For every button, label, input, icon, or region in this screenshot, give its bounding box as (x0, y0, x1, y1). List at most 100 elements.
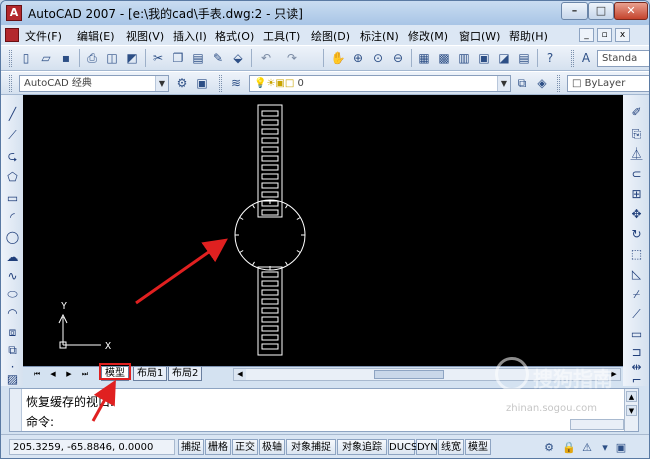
copy-icon[interactable]: ⎘ (628, 125, 645, 142)
lineweight-toggle[interactable]: 线宽 (438, 439, 464, 455)
help-icon[interactable]: ? (541, 49, 559, 67)
osnap-toggle[interactable]: 对象捕捉 (286, 439, 336, 455)
tab-layout2[interactable]: 布局2 (168, 367, 203, 381)
chevron-down-icon[interactable]: ▼ (497, 76, 510, 91)
extend-icon[interactable]: ⟋ (628, 305, 645, 322)
communication-center-icon[interactable]: ⚙ (541, 440, 557, 455)
publish-icon[interactable]: ◩ (123, 49, 141, 67)
alert-icon[interactable]: ⚠ (579, 440, 595, 455)
calculator-icon[interactable]: ▤ (515, 49, 533, 67)
toolbar-lock-icon[interactable]: 🔒 (561, 440, 577, 455)
pan-icon[interactable]: ✋ (329, 49, 347, 67)
trim-icon[interactable]: ⌿ (628, 285, 645, 302)
workspace-settings-icon[interactable]: ⚙ (173, 74, 191, 92)
array-icon[interactable]: ⊞ (628, 185, 645, 202)
command-vscrollbar[interactable]: ▲ ▼ (624, 389, 638, 431)
match-properties-icon[interactable]: ✎ (209, 49, 227, 67)
save-icon[interactable]: ▪ (57, 49, 75, 67)
insert-block-icon[interactable]: ⧈ (4, 323, 21, 340)
ducs-toggle[interactable]: DUCS (388, 439, 417, 455)
command-prompt[interactable]: 命令: (26, 413, 54, 430)
toolbar-grip[interactable] (9, 50, 12, 67)
next-tab-button[interactable]: ▶ (63, 368, 75, 380)
sheet-set-icon[interactable]: ▣ (475, 49, 493, 67)
scroll-down-icon[interactable]: ▼ (626, 405, 637, 416)
new-icon[interactable]: ▯ (17, 49, 35, 67)
tool-palettes-icon[interactable]: ▥ (455, 49, 473, 67)
rectangle-icon[interactable]: ▭ (4, 189, 21, 206)
toolbar-grip[interactable] (557, 75, 560, 92)
scale-icon[interactable]: ⬚ (628, 245, 645, 262)
undo-icon[interactable]: ↶ (257, 49, 275, 67)
hatch-icon[interactable]: ▨ (4, 370, 21, 387)
construction-line-icon[interactable]: ⟋ (4, 126, 21, 143)
scroll-up-icon[interactable]: ▲ (626, 391, 637, 402)
coordinate-display[interactable]: 205.3259, -65.8846, 0.0000 (9, 439, 175, 455)
cut-icon[interactable]: ✂ (149, 49, 167, 67)
prev-tab-button[interactable]: ◀ (47, 368, 59, 380)
menu-dimension[interactable]: 标注(N) (360, 28, 399, 44)
zoom-previous-icon[interactable]: ⊖ (389, 49, 407, 67)
save-workspace-icon[interactable]: ▣ (193, 74, 211, 92)
make-block-icon[interactable]: ⧉ (4, 341, 21, 358)
erase-icon[interactable]: ✐ (628, 103, 645, 120)
polygon-icon[interactable]: ⬠ (4, 168, 21, 185)
menu-modify[interactable]: 修改(M) (408, 28, 448, 44)
move-icon[interactable]: ✥ (628, 205, 645, 222)
mirror-icon[interactable]: ⏅ (628, 145, 645, 162)
menu-draw[interactable]: 绘图(D) (311, 28, 350, 44)
menu-window[interactable]: 窗口(W) (459, 28, 500, 44)
layer-combo[interactable]: 💡☀▣□ 0 ▼ (249, 75, 511, 92)
maximize-button[interactable]: □ (588, 2, 614, 20)
properties-icon[interactable]: ▦ (415, 49, 433, 67)
open-icon[interactable]: ▱ (37, 49, 55, 67)
document-icon[interactable] (5, 28, 19, 42)
menu-help[interactable]: 帮助(H) (509, 28, 548, 44)
redo-icon[interactable]: ↷ (283, 49, 301, 67)
scroll-left-icon[interactable]: ◀ (234, 369, 246, 380)
last-tab-button[interactable]: ⏭ (79, 368, 91, 380)
make-current-layer-icon[interactable]: ⧉ (513, 74, 531, 92)
menu-tools[interactable]: 工具(T) (263, 28, 300, 44)
polar-toggle[interactable]: 极轴 (259, 439, 285, 455)
arc-icon[interactable]: ◜ (4, 208, 21, 225)
first-tab-button[interactable]: ⏮ (31, 368, 43, 380)
menu-edit[interactable]: 编辑(E) (77, 28, 115, 44)
model-space-toggle[interactable]: 模型 (465, 439, 491, 455)
toolbar-grip[interactable] (219, 75, 222, 92)
autocad-app-icon[interactable]: A (6, 5, 22, 21)
close-button[interactable]: ✕ (614, 2, 648, 20)
chevron-down-icon[interactable]: ▼ (155, 76, 168, 91)
plot-icon[interactable]: ⎙ (83, 49, 101, 67)
doc-minimize-button[interactable]: _ (579, 28, 594, 42)
menu-format[interactable]: 格式(O) (215, 28, 254, 44)
dyn-toggle[interactable]: DYN (416, 439, 438, 455)
markup-icon[interactable]: ◪ (495, 49, 513, 67)
scroll-thumb[interactable] (374, 370, 444, 379)
paste-icon[interactable]: ▤ (189, 49, 207, 67)
copy-clip-icon[interactable]: ❐ (169, 49, 187, 67)
color-combo[interactable]: □ ByLayer (567, 75, 649, 92)
zoom-realtime-icon[interactable]: ⊕ (349, 49, 367, 67)
stretch-icon[interactable]: ◺ (628, 265, 645, 282)
ellipse-arc-icon[interactable]: ◠ (4, 304, 21, 321)
minimize-button[interactable]: – (561, 2, 588, 20)
ellipse-icon[interactable]: ⬭ (4, 285, 21, 302)
fillet-icon[interactable]: ⌐ (628, 371, 645, 388)
rotate-icon[interactable]: ↻ (628, 225, 645, 242)
toolbar-grip[interactable] (571, 50, 574, 67)
line-icon[interactable]: ╱ (4, 105, 21, 122)
grid-toggle[interactable]: 栅格 (205, 439, 231, 455)
block-editor-icon[interactable]: ⬙ (229, 49, 247, 67)
break-icon[interactable]: ▭ (628, 325, 645, 342)
otrack-toggle[interactable]: 对象追踪 (337, 439, 387, 455)
layer-previous-icon[interactable]: ◈ (533, 74, 551, 92)
text-style-icon[interactable]: A (577, 49, 595, 67)
clean-screen-icon[interactable]: ▣ (613, 440, 629, 455)
offset-icon[interactable]: ⊂ (628, 165, 645, 182)
menu-file[interactable]: 文件(F) (25, 28, 62, 44)
text-style-combo[interactable]: Standa (597, 50, 649, 67)
plot-preview-icon[interactable]: ◫ (103, 49, 121, 67)
snap-toggle[interactable]: 捕捉 (178, 439, 204, 455)
ortho-toggle[interactable]: 正交 (232, 439, 258, 455)
